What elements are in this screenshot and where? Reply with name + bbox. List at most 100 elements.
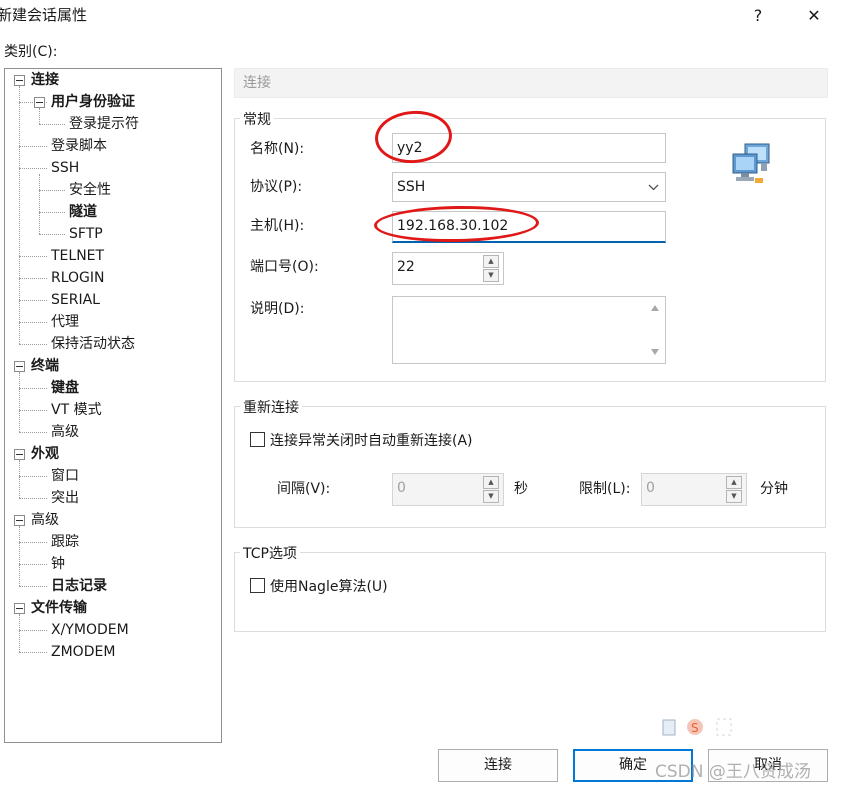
- tree-item[interactable]: 连接: [31, 69, 59, 91]
- tree-item[interactable]: 钟: [51, 553, 65, 575]
- tree-connector: [19, 476, 47, 477]
- port-up-button[interactable]: ▲: [483, 255, 499, 268]
- toolbar-icons: S: [662, 718, 732, 736]
- tree-item[interactable]: 隧道: [69, 201, 97, 223]
- tree-item[interactable]: 突出: [51, 487, 79, 509]
- scroll-down-icon: [651, 349, 659, 355]
- tree-guide-line: [19, 460, 20, 498]
- tree-item[interactable]: 高级: [31, 509, 59, 531]
- tree-item[interactable]: RLOGIN: [51, 267, 105, 289]
- tree-item[interactable]: 代理: [51, 311, 79, 333]
- protocol-label: 协议(P):: [250, 179, 303, 195]
- category-tree[interactable]: 连接 用户身份验证 登录提示符 登录脚本 SSH 安全性 隧道 SFTP TELNET RLOGI…: [4, 68, 222, 743]
- reconnect-group: [234, 406, 826, 528]
- tree-connector: [19, 652, 47, 653]
- tree-connector: [19, 498, 47, 499]
- tree-guide-line: [39, 174, 40, 234]
- close-icon: ✕: [807, 5, 821, 25]
- tree-connector: [39, 234, 65, 235]
- tree-item[interactable]: X/YMODEM: [51, 619, 129, 641]
- protocol-select[interactable]: SSH: [392, 172, 666, 202]
- window-title: 新建会话属性: [0, 6, 88, 24]
- tree-connector: [19, 322, 47, 323]
- limit-unit: 分钟: [760, 481, 788, 497]
- tcp-group-title: TCP选项: [240, 543, 300, 563]
- tree-connector: [19, 300, 47, 301]
- tree-item[interactable]: 用户身份验证: [51, 91, 135, 113]
- tree-item[interactable]: 终端: [31, 355, 59, 377]
- tree-guide-line: [39, 108, 40, 124]
- tree-connector: [19, 344, 47, 345]
- interval-label: 间隔(V):: [277, 481, 331, 497]
- interval-down-button[interactable]: ▼: [483, 490, 499, 503]
- tree-item[interactable]: SERIAL: [51, 289, 100, 311]
- general-group-title: 常规: [240, 109, 274, 129]
- auto-reconnect-checkbox[interactable]: [250, 432, 265, 447]
- tree-item[interactable]: 登录脚本: [51, 135, 107, 157]
- tree-connector: [19, 278, 47, 279]
- port-down-button[interactable]: ▼: [483, 269, 499, 282]
- description-scrollbar[interactable]: [645, 297, 665, 363]
- tree-item[interactable]: 文件传输: [31, 597, 87, 619]
- scroll-up-icon: [651, 305, 659, 311]
- description-field[interactable]: [392, 296, 666, 364]
- tree-item[interactable]: SSH: [51, 157, 79, 179]
- tree-connector: [19, 256, 47, 257]
- tree-connector: [19, 564, 47, 565]
- tree-item[interactable]: 日志记录: [51, 575, 107, 597]
- page-header: 连接: [234, 68, 828, 98]
- tree-connector: [19, 542, 47, 543]
- tree-item[interactable]: 外观: [31, 443, 59, 465]
- category-label: 类别(C):: [4, 44, 58, 60]
- interval-unit: 秒: [514, 481, 528, 497]
- tree-item[interactable]: 窗口: [51, 465, 79, 487]
- tree-connector: [39, 124, 65, 125]
- tree-item[interactable]: ZMODEM: [51, 641, 115, 663]
- tree-connector: [19, 388, 47, 389]
- tree-connector: [19, 630, 47, 631]
- tree-collapse-icon[interactable]: [34, 97, 45, 108]
- network-computers-icon: [732, 143, 770, 183]
- tree-guide-line: [19, 614, 20, 652]
- tree-collapse-icon[interactable]: [14, 515, 25, 526]
- nagle-label: 使用Nagle算法(U): [270, 579, 388, 595]
- tree-item[interactable]: SFTP: [69, 223, 103, 245]
- tree-item[interactable]: 跟踪: [51, 531, 79, 553]
- host-label: 主机(H):: [250, 218, 305, 234]
- tree-item[interactable]: 保持活动状态: [51, 333, 135, 355]
- tree-item[interactable]: 键盘: [51, 377, 79, 399]
- tree-connector: [39, 212, 65, 213]
- help-button[interactable]: ?: [743, 3, 773, 27]
- tree-connector: [19, 168, 47, 169]
- tree-item[interactable]: VT 模式: [51, 399, 102, 421]
- watermark: CSDN @王八贤成汤: [655, 762, 811, 782]
- port-stepper[interactable]: 22 ▲ ▼: [392, 252, 504, 285]
- tree-item[interactable]: TELNET: [51, 245, 104, 267]
- tree-collapse-icon[interactable]: [14, 449, 25, 460]
- tree-connector: [19, 410, 47, 411]
- limit-down-button[interactable]: ▼: [726, 490, 742, 503]
- tree-collapse-icon[interactable]: [14, 361, 25, 372]
- tree-collapse-icon[interactable]: [14, 75, 25, 86]
- limit-stepper[interactable]: 0 ▲ ▼: [641, 473, 747, 506]
- tree-collapse-icon[interactable]: [14, 603, 25, 614]
- interval-up-button[interactable]: ▲: [483, 476, 499, 489]
- tree-item[interactable]: 高级: [51, 421, 79, 443]
- interval-stepper[interactable]: 0 ▲ ▼: [392, 473, 504, 506]
- auto-reconnect-label: 连接异常关闭时自动重新连接(A): [270, 433, 473, 449]
- connect-button[interactable]: 连接: [438, 749, 558, 782]
- tree-connector: [19, 432, 47, 433]
- port-value: 22: [397, 259, 415, 275]
- reconnect-group-title: 重新连接: [240, 397, 302, 417]
- close-button[interactable]: ✕: [799, 3, 829, 27]
- nagle-checkbox[interactable]: [250, 578, 265, 593]
- tree-guide-line: [19, 86, 20, 344]
- interval-value: 0: [397, 480, 406, 496]
- tree-item[interactable]: 安全性: [69, 179, 111, 201]
- tree-item[interactable]: 登录提示符: [69, 113, 139, 135]
- limit-label: 限制(L):: [579, 481, 631, 497]
- limit-up-button[interactable]: ▲: [726, 476, 742, 489]
- tree-connector: [19, 146, 47, 147]
- svg-text:S: S: [691, 721, 699, 735]
- port-label: 端口号(O):: [250, 259, 319, 275]
